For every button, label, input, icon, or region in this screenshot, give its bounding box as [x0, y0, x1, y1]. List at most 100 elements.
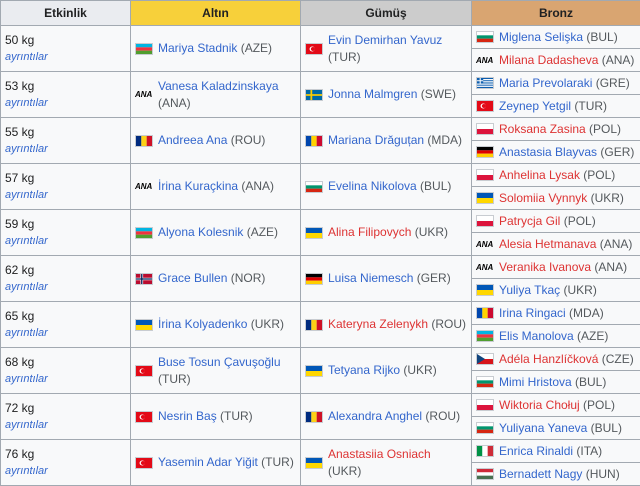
- bronze-athlete-text: Elis Manolova (AZE): [499, 328, 608, 345]
- bronze-athlete-text: Roksana Zasina (POL): [499, 121, 621, 138]
- details-link[interactable]: ayrıntılar: [5, 279, 126, 296]
- athlete-name-link[interactable]: Elis Manolova: [499, 329, 574, 343]
- mda-flag-icon[interactable]: [476, 307, 494, 319]
- athlete-name-link[interactable]: Buse Tosun Çavuşoğlu: [158, 355, 281, 369]
- gold-cell: Andreea Ana (ROU): [130, 117, 301, 164]
- rou-flag-icon[interactable]: [305, 410, 323, 423]
- athlete-name-link[interactable]: Maria Prevolaraki: [499, 76, 592, 90]
- athlete-name-link[interactable]: Milana Dadasheva: [499, 53, 598, 67]
- bul-flag-icon[interactable]: [476, 376, 494, 388]
- athlete-name-link[interactable]: Evelina Nikolova: [328, 179, 417, 193]
- rou-flag-icon[interactable]: [305, 318, 323, 331]
- ita-flag-icon[interactable]: [476, 445, 494, 457]
- athlete-name-link[interactable]: Yuliya Tkaç: [499, 283, 560, 297]
- tur-flag-icon[interactable]: [135, 410, 153, 423]
- details-link[interactable]: ayrıntılar: [5, 95, 126, 112]
- ukr-flag-icon[interactable]: [305, 364, 323, 377]
- pol-flag-icon[interactable]: [476, 169, 494, 181]
- athlete-name-link[interactable]: Andreea Ana: [158, 133, 227, 147]
- athlete-name-link[interactable]: Alesia Hetmanava: [499, 237, 596, 251]
- pol-flag-icon[interactable]: [476, 399, 494, 411]
- pol-flag-icon[interactable]: [476, 123, 494, 135]
- tur-flag-icon[interactable]: [305, 42, 323, 55]
- cze-flag-icon[interactable]: [476, 353, 494, 365]
- event-weight: 59 kg: [5, 216, 35, 231]
- athlete-name-link[interactable]: Yuliyana Yaneva: [499, 421, 587, 435]
- ana-flag-icon[interactable]: ANA: [135, 90, 153, 99]
- athlete-name-link[interactable]: Alyona Kolesnik: [158, 225, 243, 239]
- details-link[interactable]: ayrıntılar: [5, 141, 126, 158]
- mda-flag-icon[interactable]: [305, 134, 323, 147]
- athlete-name-link[interactable]: Tetyana Rijko: [328, 363, 400, 377]
- athlete-name-link[interactable]: Enrica Rinaldi: [499, 444, 573, 458]
- details-link[interactable]: ayrıntılar: [5, 371, 126, 388]
- tur-flag-icon[interactable]: [135, 456, 153, 469]
- ger-flag-icon[interactable]: [305, 272, 323, 285]
- tur-flag-icon[interactable]: [135, 364, 153, 377]
- athlete-name-link[interactable]: Alexandra Anghel: [328, 409, 422, 423]
- athlete-name-link[interactable]: Roksana Zasina: [499, 122, 586, 136]
- details-link[interactable]: ayrıntılar: [5, 325, 126, 342]
- athlete-name-link[interactable]: Irina Ringaci: [499, 306, 566, 320]
- details-link[interactable]: ayrıntılar: [5, 233, 126, 250]
- athlete-name-link[interactable]: Evin Demirhan Yavuz: [328, 33, 442, 47]
- country-code: (POL): [579, 397, 616, 412]
- bronze-cell: Bernadett Nagy (HUN): [471, 462, 640, 486]
- athlete-name-link[interactable]: İrina Kolyadenko: [158, 317, 247, 331]
- gre-flag-icon[interactable]: [476, 77, 494, 89]
- athlete-name-link[interactable]: Bernadett Nagy: [499, 467, 582, 481]
- details-link[interactable]: ayrıntılar: [5, 187, 126, 204]
- ukr-flag-icon[interactable]: [476, 284, 494, 296]
- athlete-name-link[interactable]: Alina Filipovych: [328, 225, 411, 239]
- silver-athlete-text: Alexandra Anghel (ROU): [328, 408, 460, 425]
- silver-athlete: Evin Demirhan Yavuz (TUR): [305, 32, 467, 66]
- athlete-name-link[interactable]: Mimi Hristova: [499, 375, 572, 389]
- athlete-name-link[interactable]: Jonna Malmgren: [328, 87, 417, 101]
- athlete-name-link[interactable]: İrina Kuraçkina: [158, 179, 238, 193]
- ukr-flag-icon[interactable]: [476, 192, 494, 204]
- athlete-name-link[interactable]: Miglena Selişka: [499, 30, 583, 44]
- athlete-name-link[interactable]: Kateryna Zelenykh: [328, 317, 428, 331]
- athlete-name-link[interactable]: Adéla Hanzlíčková: [499, 352, 598, 366]
- hun-flag-icon[interactable]: [476, 468, 494, 480]
- ukr-flag-icon[interactable]: [305, 226, 323, 239]
- bronze-athlete: Yuliyana Yaneva (BUL): [476, 420, 636, 437]
- aze-flag-icon[interactable]: [476, 330, 494, 342]
- athlete-name-link[interactable]: Mariana Drăguțan: [328, 133, 424, 147]
- aze-flag-icon[interactable]: [135, 42, 153, 55]
- athlete-name-link[interactable]: Nesrin Baş: [158, 409, 217, 423]
- athlete-name-link[interactable]: Anhelina Lysak: [499, 168, 580, 182]
- ukr-flag-icon[interactable]: [305, 456, 323, 469]
- details-link[interactable]: ayrıntılar: [5, 417, 126, 434]
- athlete-name-link[interactable]: Anastasiia Osniach: [328, 447, 431, 461]
- athlete-name-link[interactable]: Wiktoria Chołuj: [499, 398, 580, 412]
- athlete-name-link[interactable]: Patrycja Gil: [499, 214, 560, 228]
- bul-flag-icon[interactable]: [305, 180, 323, 193]
- country-code: (HUN): [582, 466, 620, 481]
- bul-flag-icon[interactable]: [476, 31, 494, 43]
- athlete-name-link[interactable]: Veranika Ivanova: [499, 260, 591, 274]
- athlete-name-link[interactable]: Luisa Niemesch: [328, 271, 413, 285]
- ukr-flag-icon[interactable]: [135, 318, 153, 331]
- ger-flag-icon[interactable]: [476, 146, 494, 158]
- rou-flag-icon[interactable]: [135, 134, 153, 147]
- ana-flag-icon[interactable]: ANA: [476, 240, 494, 249]
- athlete-name-link[interactable]: Solomiia Vynnyk: [499, 191, 587, 205]
- nor-flag-icon[interactable]: [135, 272, 153, 285]
- athlete-name-link[interactable]: Grace Bullen: [158, 271, 227, 285]
- details-link[interactable]: ayrıntılar: [5, 49, 126, 66]
- aze-flag-icon[interactable]: [135, 226, 153, 239]
- ana-flag-icon[interactable]: ANA: [135, 182, 153, 191]
- athlete-name-link[interactable]: Anastasia Blayvas: [499, 145, 597, 159]
- ana-flag-icon[interactable]: ANA: [476, 56, 494, 65]
- athlete-name-link[interactable]: Yasemin Adar Yiğit: [158, 455, 258, 469]
- details-link[interactable]: ayrıntılar: [5, 463, 126, 480]
- pol-flag-icon[interactable]: [476, 215, 494, 227]
- athlete-name-link[interactable]: Zeynep Yetgil: [499, 99, 571, 113]
- athlete-name-link[interactable]: Mariya Stadnik: [158, 41, 237, 55]
- swe-flag-icon[interactable]: [305, 88, 323, 101]
- athlete-name-link[interactable]: Vanesa Kaladzinskaya: [158, 79, 279, 93]
- bul-flag-icon[interactable]: [476, 422, 494, 434]
- ana-flag-icon[interactable]: ANA: [476, 263, 494, 272]
- tur-flag-icon[interactable]: [476, 100, 494, 112]
